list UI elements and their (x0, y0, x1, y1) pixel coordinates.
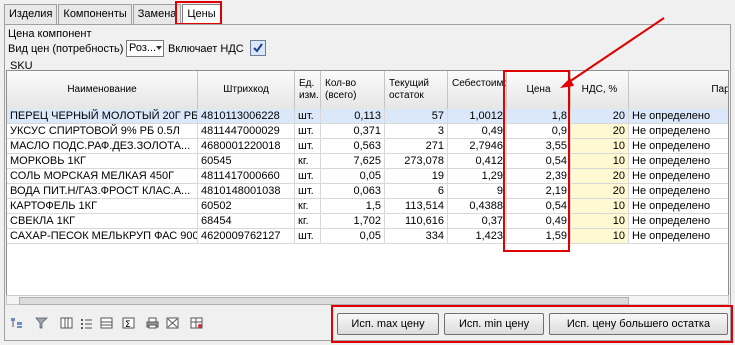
annotation-arrow (560, 17, 665, 88)
sum-icon[interactable]: Σ (122, 317, 135, 330)
export-icon[interactable] (166, 317, 179, 329)
columns-icon[interactable] (60, 317, 73, 329)
use-min-price-button[interactable]: Исп. min цену (444, 313, 544, 335)
tree-icon[interactable] (10, 317, 23, 329)
horizontal-scrollbar[interactable] (6, 295, 729, 305)
table-settings-icon[interactable] (190, 317, 203, 329)
filter-icon[interactable] (35, 317, 48, 329)
scrollbar-thumb[interactable] (19, 297, 629, 305)
print-icon[interactable] (146, 317, 159, 329)
list-icon[interactable] (80, 317, 93, 329)
use-larger-stock-price-button[interactable]: Исп. цену большего остатка (549, 313, 728, 335)
use-max-price-button[interactable]: Исп. max цену (337, 313, 439, 335)
svg-text:Σ: Σ (125, 320, 131, 329)
grid-settings-icon[interactable] (100, 317, 113, 329)
